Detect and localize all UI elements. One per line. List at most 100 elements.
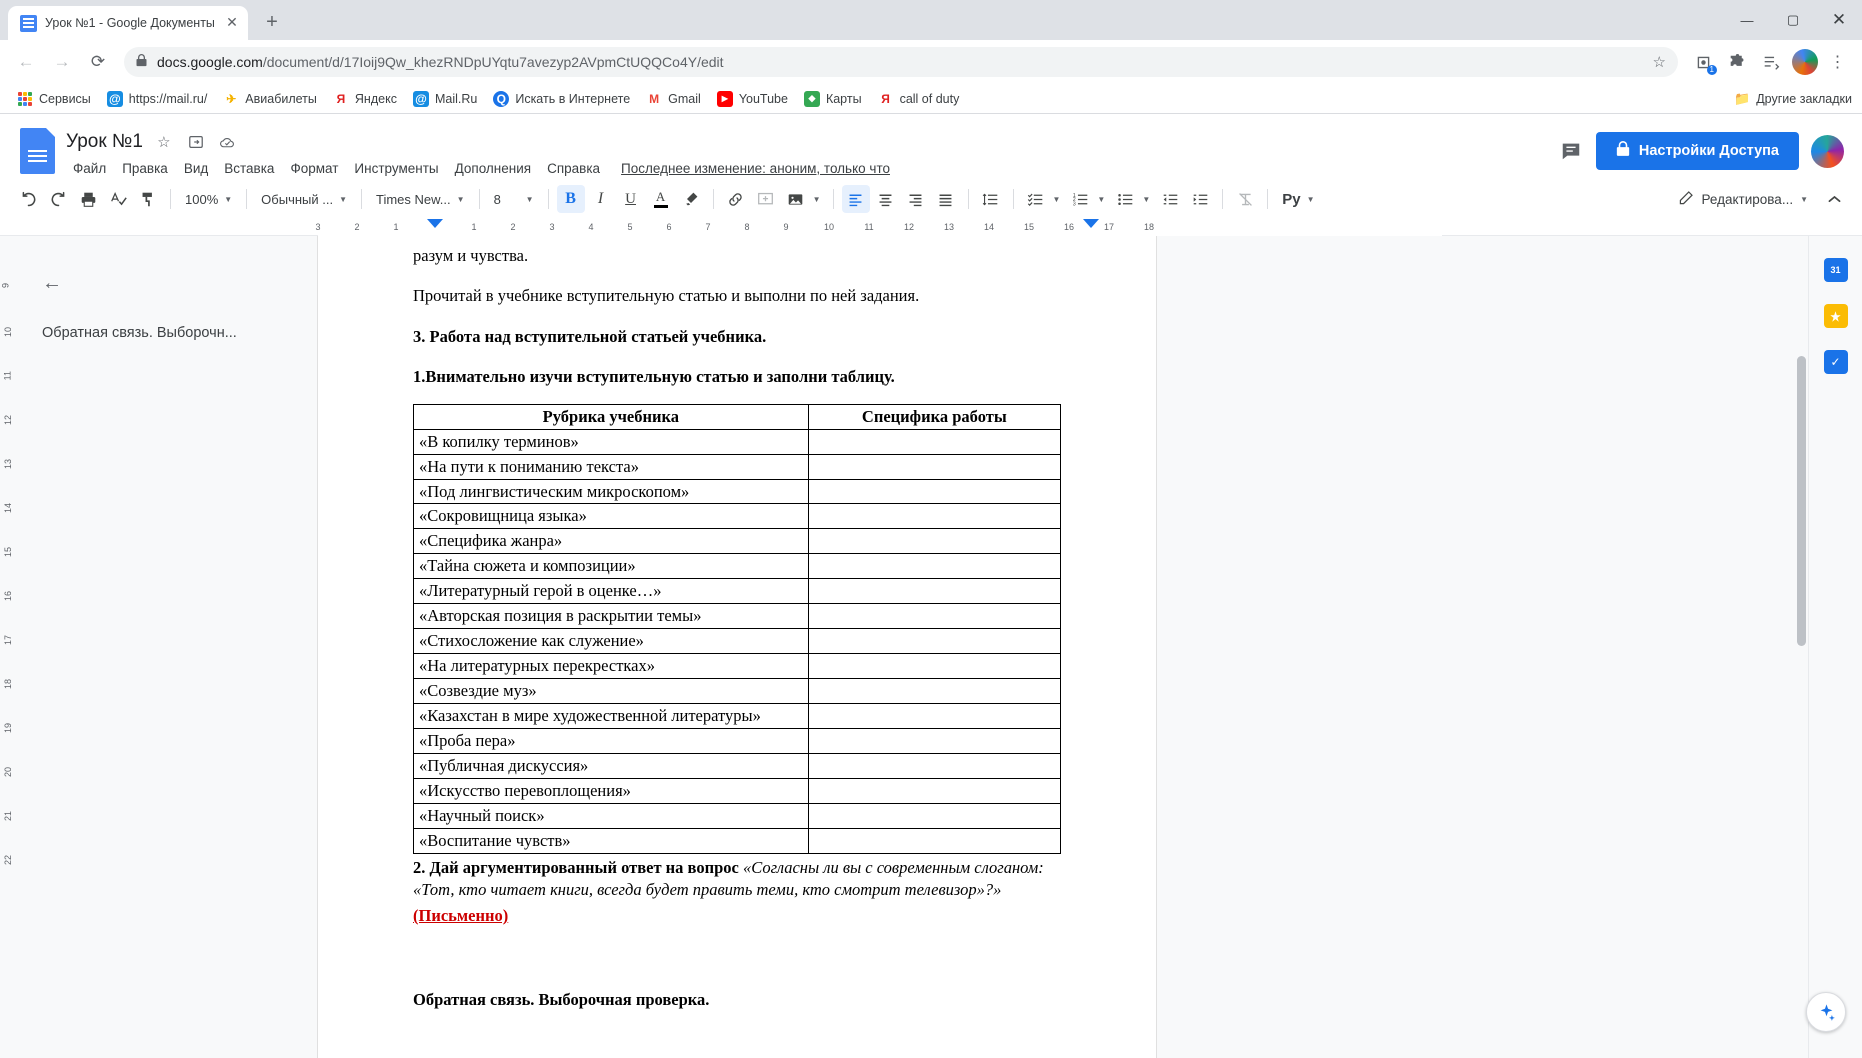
zoom-select[interactable]: 100% ▼ [179,185,238,213]
input-tools-button[interactable]: Pу ▼ [1276,185,1320,213]
chrome-menu-icon[interactable]: ⋮ [1824,47,1852,77]
table-row[interactable]: «Стихосложение как служение» [413,628,1062,655]
edit-mode-selector[interactable]: Редактирова... ▼ [1670,185,1816,213]
spec-cell[interactable] [807,603,1062,630]
menu-addons[interactable]: Дополнения [448,158,538,179]
maximize-icon[interactable]: ▢ [1770,0,1816,40]
paint-format-icon[interactable] [134,185,162,213]
star-icon[interactable]: ☆ [153,131,175,153]
window-close-icon[interactable]: ✕ [1816,0,1862,40]
spec-cell[interactable] [807,702,1062,729]
image-icon[interactable] [782,185,810,213]
italic-button[interactable]: I [587,185,615,213]
bulleted-list-icon[interactable] [1111,185,1139,213]
spec-cell[interactable] [807,553,1062,580]
document-page[interactable]: разум и чувства. Прочитай в учебнике вст… [318,236,1156,1058]
table-row[interactable]: «Казахстан в мире художественной литерат… [413,702,1062,729]
back-icon[interactable]: ← [10,46,42,78]
bookmark-item[interactable]: Сервисы [10,87,98,111]
page-scroll-container[interactable]: разум и чувства. Прочитай в учебнике вст… [318,236,1862,1058]
collapse-toolbar-icon[interactable] [1820,185,1848,213]
table-row[interactable]: «Под лингвистическим микроскопом» [413,478,1062,505]
close-outline-icon[interactable]: ← [42,272,298,295]
bookmark-star-icon[interactable]: ☆ [1645,53,1666,71]
bookmark-item[interactable]: ▶ YouTube [710,87,795,111]
cloud-saved-icon[interactable] [217,131,239,153]
new-tab-button[interactable]: + [258,9,286,37]
bookmark-item[interactable]: ◆ Карты [797,87,869,111]
numbered-list-icon[interactable]: 123 [1066,185,1094,213]
explore-icon[interactable] [1806,992,1846,1032]
last-edit-link[interactable]: Последнее изменение: аноним, только что [621,161,890,176]
spec-cell[interactable] [807,802,1062,829]
comment-icon[interactable] [1558,138,1584,164]
document-ruler[interactable]: 3 2 1 1 2 3 4 5 6 7 8 9 10 11 12 13 14 1… [0,218,1862,236]
table-row[interactable]: «Литературный герой в оценке…» [413,578,1062,605]
bookmark-item[interactable]: Q Искать в Интернете [486,87,637,111]
undo-icon[interactable] [14,185,42,213]
spec-cell[interactable] [807,528,1062,555]
spec-cell[interactable] [807,727,1062,754]
table-row[interactable]: «Созвездие муз» [413,678,1062,704]
highlighter-icon[interactable] [677,185,705,213]
numbered-list-chevron-icon[interactable]: ▼ [1097,195,1105,204]
table-row[interactable]: «Искусство перевоплощения» [413,777,1062,804]
menu-help[interactable]: Справка [540,158,607,179]
ruler-track[interactable]: 3 2 1 1 2 3 4 5 6 7 8 9 10 11 12 13 14 1… [315,218,1442,236]
table-row[interactable]: «На литературных перекрестках» [413,653,1062,679]
left-indent-marker[interactable] [427,219,443,228]
reading-list-icon[interactable] [1756,47,1786,77]
table-row[interactable]: «Воспитание чувств» [413,827,1062,854]
google-docs-logo[interactable] [20,128,60,180]
right-indent-marker[interactable] [1083,219,1099,228]
text-color-button[interactable]: A [647,185,675,213]
bookmark-item[interactable]: @ https://mail.ru/ [100,87,215,111]
extensions-puzzle-icon[interactable] [1722,47,1752,77]
menu-insert[interactable]: Вставка [217,158,281,179]
browser-tab[interactable]: Урок №1 - Google Документы ✕ [8,6,248,40]
menu-view[interactable]: Вид [177,158,215,179]
font-size-select[interactable]: 8 ▼ [488,185,540,213]
menu-tools[interactable]: Инструменты [347,158,445,179]
profile-avatar[interactable] [1792,49,1818,75]
spec-cell[interactable] [807,653,1062,679]
align-justify-icon[interactable] [932,185,960,213]
align-center-icon[interactable] [872,185,900,213]
minimize-icon[interactable]: — [1724,0,1770,40]
redo-icon[interactable] [44,185,72,213]
vertical-scrollbar-thumb[interactable] [1797,356,1806,646]
table-row[interactable]: «На пути к пониманию текста» [413,453,1062,480]
share-button[interactable]: Настройки Доступа [1595,132,1799,170]
spec-cell[interactable] [807,428,1062,455]
spec-cell[interactable] [807,752,1062,779]
indent-decrease-icon[interactable] [1156,185,1184,213]
bookmark-item[interactable]: Я call of duty [871,87,967,111]
spec-cell[interactable] [807,827,1062,854]
align-left-icon[interactable] [841,185,870,213]
bookmark-item[interactable]: ✈ Авиабилеты [216,87,324,111]
spec-cell[interactable] [807,503,1062,530]
reload-icon[interactable]: ⟳ [82,46,114,78]
user-avatar[interactable] [1811,134,1844,168]
rubric-table[interactable]: Рубрика учебника Специфика работы «В коп… [413,403,1062,854]
paragraph-style-select[interactable]: Обычный ... ▼ [255,185,353,213]
indent-increase-icon[interactable] [1186,185,1214,213]
vertical-scrollbar-track[interactable] [1795,236,1808,1058]
keep-icon[interactable] [1823,304,1848,328]
checklist-chevron-icon[interactable]: ▼ [1053,195,1061,204]
spec-cell[interactable] [807,628,1062,655]
bookmark-item[interactable]: M Gmail [639,87,708,111]
link-icon[interactable] [722,185,750,213]
table-row[interactable]: «Сокровищница языка» [413,503,1062,530]
spellcheck-icon[interactable] [104,185,132,213]
table-row[interactable]: «Проба пера» [413,727,1062,754]
line-spacing-icon[interactable] [977,185,1005,213]
table-row[interactable]: «Специфика жанра» [413,528,1062,555]
spec-cell[interactable] [807,578,1062,605]
outline-item[interactable]: Обратная связь. Выборочн... [42,325,298,341]
menu-format[interactable]: Формат [283,158,345,179]
checklist-icon[interactable] [1022,185,1050,213]
other-bookmarks[interactable]: 📁 Другие закладки [1734,91,1852,107]
menu-file[interactable]: Файл [66,158,113,179]
extension-icon[interactable]: 1 [1688,47,1718,77]
